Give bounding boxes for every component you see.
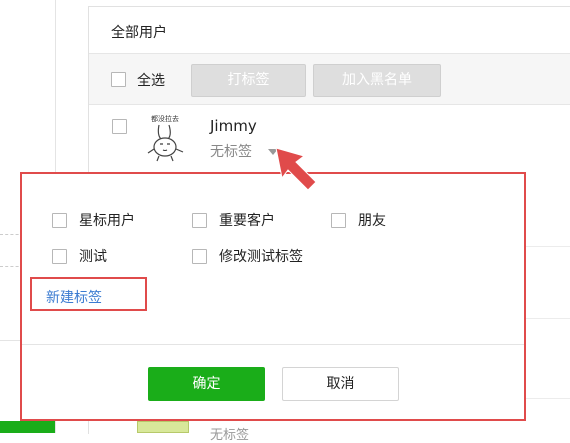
checkbox[interactable] [192,212,207,228]
add-to-blacklist-button[interactable]: 加入黑名单 [313,64,441,97]
cancel-button[interactable]: 取消 [282,367,399,401]
user-name[interactable]: Jimmy [210,117,257,135]
rabbit-cartoon-avatar-icon: 都没拉去 [139,111,191,163]
tag-option-important-client[interactable]: 重要客户 [192,210,275,230]
avatar[interactable]: 都没拉去 [139,111,191,163]
select-all-checkbox[interactable] [111,72,126,87]
panel-title: 全部用户 [111,25,167,41]
checkbox[interactable] [52,212,67,228]
select-all-label[interactable]: 全选 [137,70,165,90]
toolbar: 全选 打标签 加入黑名单 [89,54,570,105]
option-label: 朋友 [358,213,386,229]
red-arrow-icon [275,147,317,191]
avatar-caption: 都没拉去 [151,114,179,123]
tag-option-modified-test[interactable]: 修改测试标签 [192,246,303,266]
checkbox[interactable] [331,212,346,228]
option-label: 星标用户 [79,213,135,229]
green-button-edge[interactable] [0,421,55,433]
tag-option-friends[interactable]: 朋友 [331,210,386,230]
option-label: 测试 [79,249,107,265]
tag-popup: 星标用户 重要客户 朋友 测试 修改测试标签 新建标签 确定 取消 [20,172,526,421]
new-tag-link[interactable]: 新建标签 [46,287,102,307]
option-label: 重要客户 [219,213,275,229]
divider [22,344,524,345]
option-label: 修改测试标签 [219,249,303,265]
tag-option-starred[interactable]: 星标用户 [52,210,135,230]
user-tag-status[interactable]: 无标签 [210,141,252,161]
checkbox[interactable] [52,248,67,264]
user-checkbox[interactable] [112,119,127,134]
confirm-button[interactable]: 确定 [148,367,265,401]
avatar[interactable] [137,421,189,433]
panel-header: 全部用户 [89,7,570,54]
tag-button[interactable]: 打标签 [191,64,306,97]
user-tag-status: 无标签 [210,428,250,443]
checkbox[interactable] [192,248,207,264]
tag-option-test[interactable]: 测试 [52,246,107,266]
